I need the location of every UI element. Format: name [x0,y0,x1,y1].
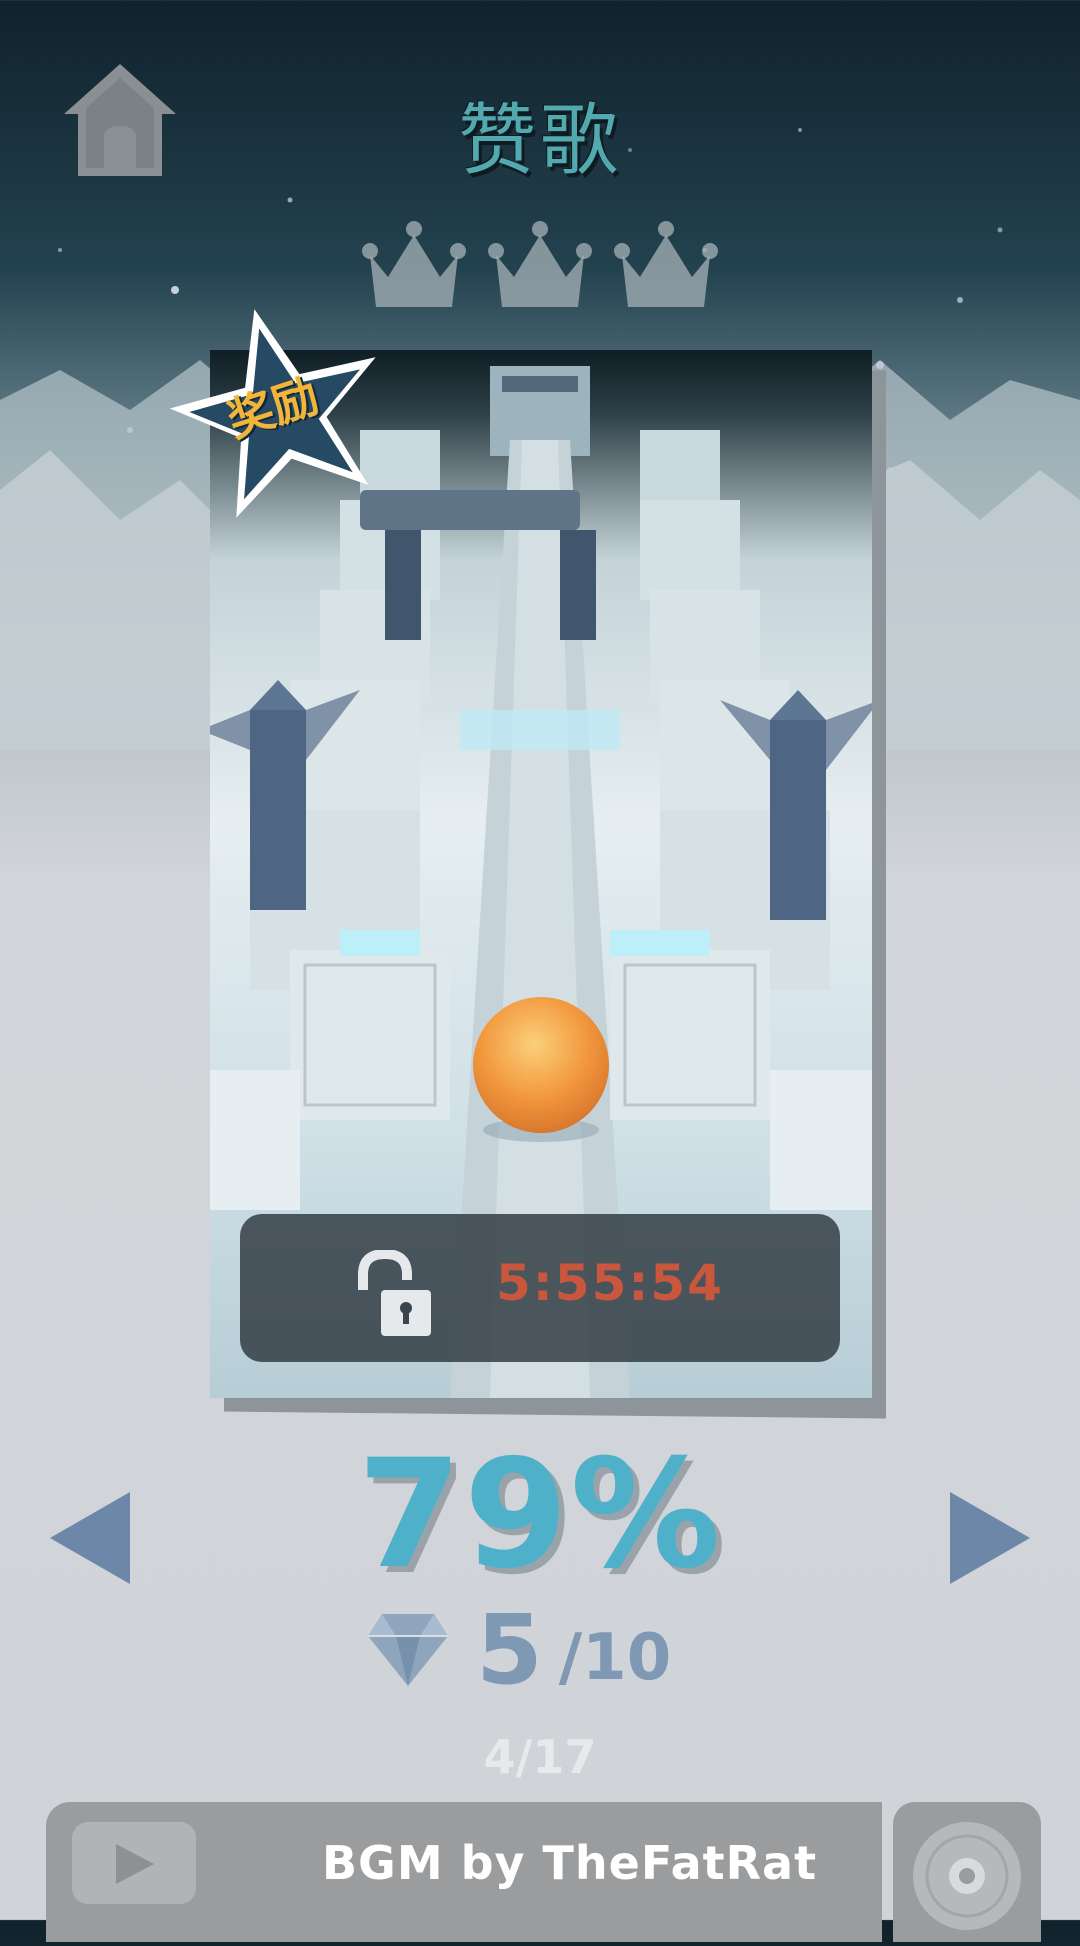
play-icon [116,1844,154,1884]
music-disc-button[interactable] [893,1802,1041,1942]
diamond-icon [368,1614,448,1686]
gem-counter: 5 /10 [366,1598,671,1698]
crown-rating [360,215,720,325]
player-ball [473,997,609,1133]
crown-icon [488,221,592,307]
level-page-index: 4/17 [483,1730,597,1784]
unlock-icon [358,1250,431,1336]
crown-icon [614,221,718,307]
gems-collected: 5 [476,1594,543,1706]
gems-total: /10 [558,1621,672,1695]
play-music-button[interactable] [72,1822,196,1904]
disc-icon [913,1822,1021,1930]
unlock-countdown: 5:55:54 [496,1254,724,1312]
level-title: 赞歌 [457,96,622,186]
bgm-credit: BGM by TheFatRat [322,1836,818,1890]
completion-percent: 79% [357,1428,723,1602]
